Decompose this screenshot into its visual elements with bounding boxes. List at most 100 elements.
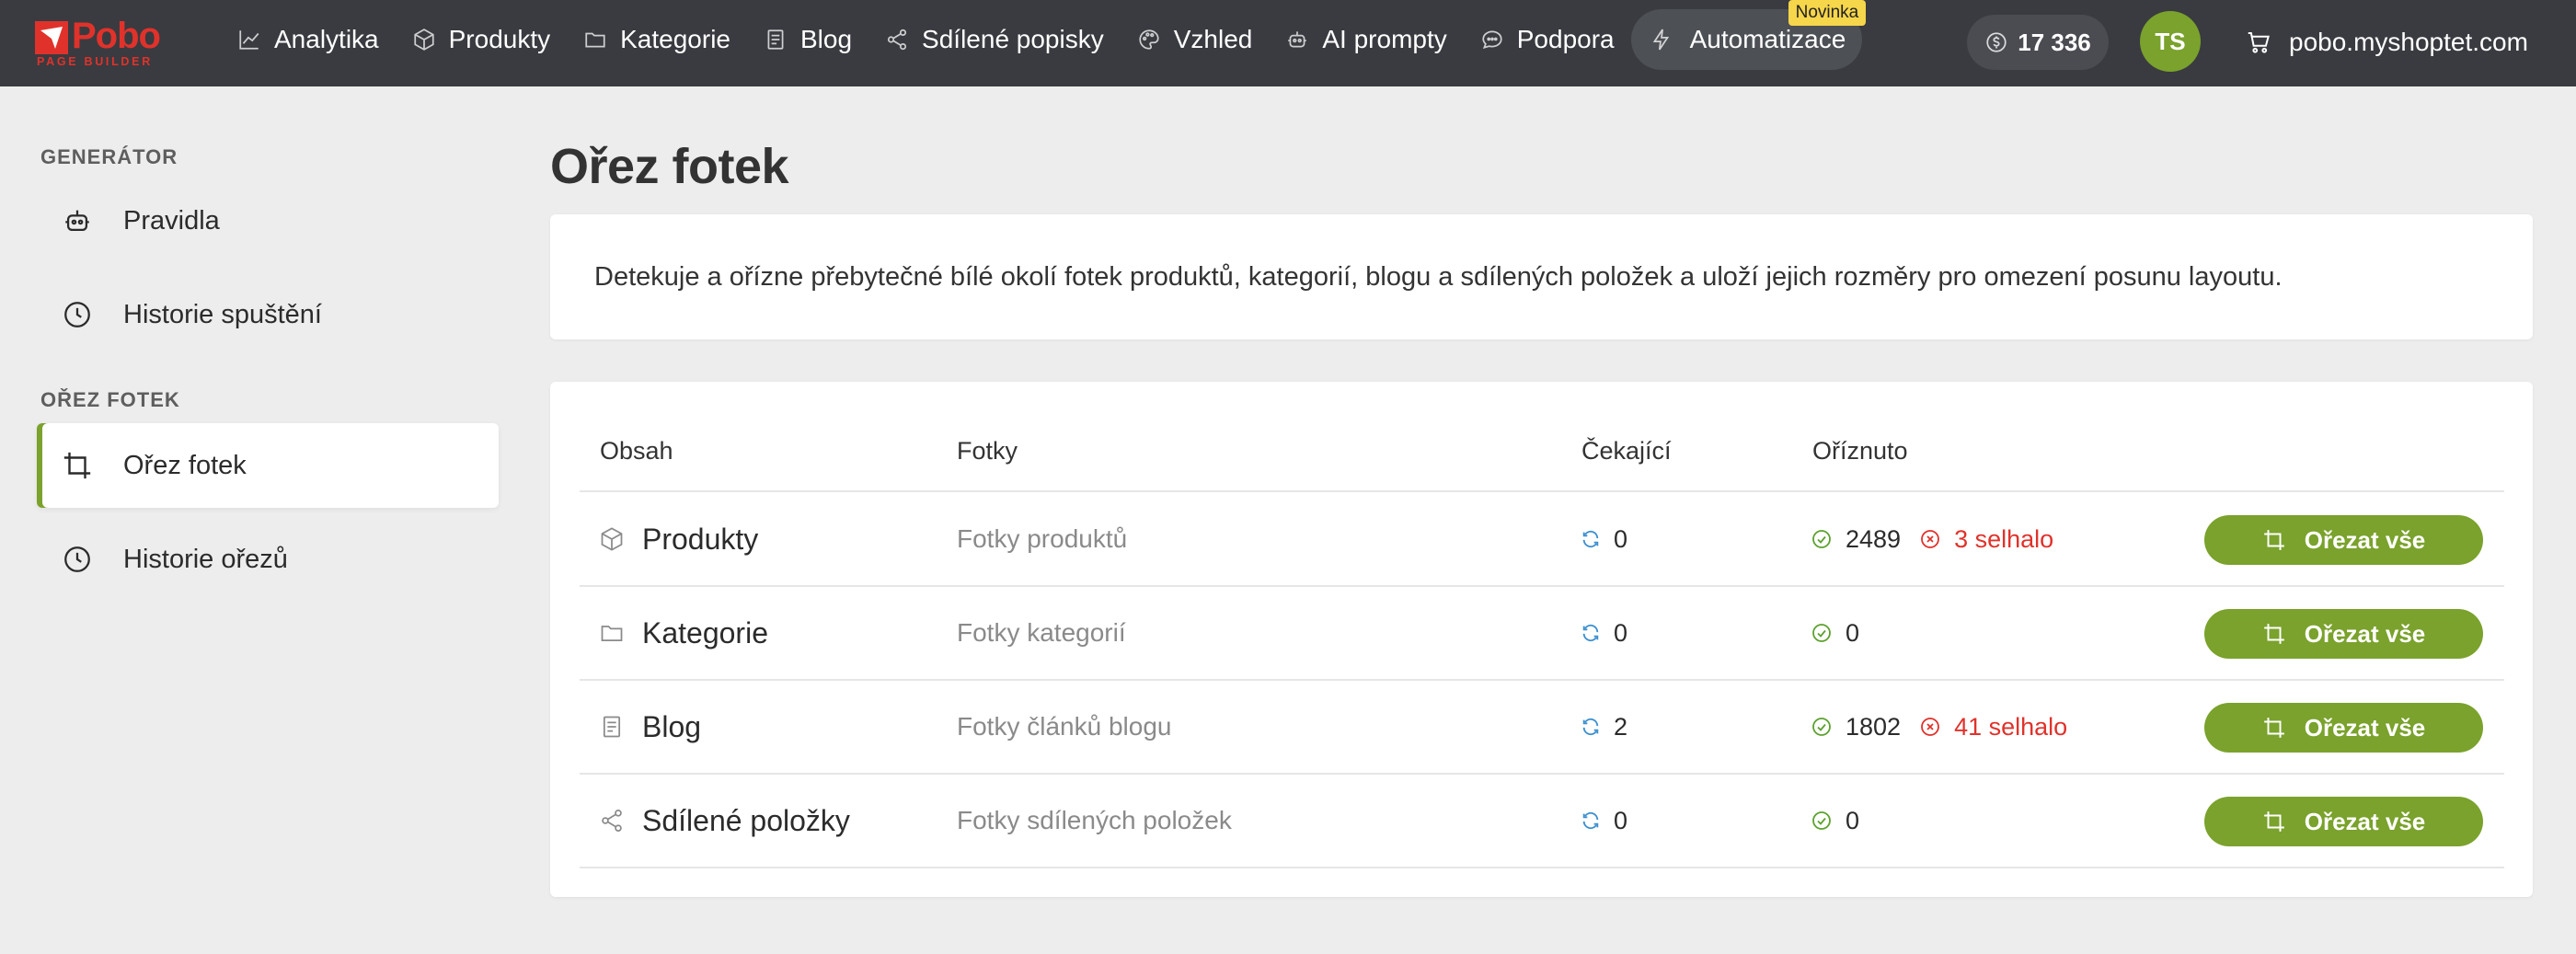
box-icon <box>414 29 434 51</box>
row-name: Blog <box>642 709 702 743</box>
crop-all-button[interactable]: Ořezat vše <box>2204 797 2483 846</box>
nav-kategorie[interactable]: Kategorie <box>567 9 747 70</box>
new-badge: Novinka <box>1788 0 1867 26</box>
robot-icon <box>65 210 89 232</box>
nav-label: Vzhled <box>1173 25 1253 53</box>
sidebar-item-historie-spusteni[interactable]: Historie spuštění <box>37 272 499 357</box>
logo-mark-icon <box>35 21 68 54</box>
row-photos: Fotky kategorií <box>957 618 1126 647</box>
share-icon <box>602 810 622 832</box>
cropped-count: 2489 <box>1846 524 1902 553</box>
main-nav: Analytika Produkty Kategorie Blog Sdílen… <box>221 0 1867 70</box>
row-photos: Fotky produktů <box>957 524 1128 553</box>
sidebar: GENERÁTOR Pravidla Historie spuštění OŘE… <box>37 86 499 602</box>
table-row: Sdílené položky Fotky sdílených položek … <box>580 775 2504 868</box>
crop-icon <box>2263 811 2284 832</box>
sidebar-section-title: OŘEZ FOTEK <box>40 388 180 411</box>
refresh-icon <box>1582 530 1599 548</box>
check-circle-icon <box>1812 530 1831 548</box>
pending-count: 0 <box>1614 524 1628 553</box>
cropped-count: 0 <box>1846 618 1860 647</box>
logo-wordmark: Pobo <box>72 16 161 56</box>
nav-automatizace[interactable]: Automatizace Novinka <box>1630 0 1867 70</box>
share-icon <box>887 29 907 51</box>
pending-count: 2 <box>1614 712 1628 741</box>
nav-analytika[interactable]: Analytika <box>221 9 396 70</box>
nav-sdilene-popisky[interactable]: Sdílené popisky <box>868 9 1121 70</box>
nav-label: Sdílené popisky <box>922 25 1104 53</box>
crop-icon <box>2263 718 2284 738</box>
row-photos: Fotky sdílených položek <box>957 806 1232 834</box>
nav-label: Kategorie <box>620 25 730 53</box>
sidebar-item-historie-orezu[interactable]: Historie ořezů <box>37 517 499 602</box>
crop-all-button[interactable]: Ořezat vše <box>2204 609 2483 659</box>
table-row: Blog Fotky článků blogu 2 1802 41 selhal… <box>580 681 2504 775</box>
nav-blog[interactable]: Blog <box>747 9 868 70</box>
crop-icon <box>63 452 91 479</box>
credits-value: 17 336 <box>2018 28 2091 56</box>
row-name: Sdílené položky <box>642 803 850 837</box>
failed-count: 41 selhalo <box>1954 712 2068 741</box>
button-label: Ořezat vše <box>2304 713 2426 741</box>
document-icon <box>603 716 621 738</box>
sidebar-item-label: Ořez fotek <box>123 450 247 480</box>
nav-label: Podpora <box>1516 25 1615 53</box>
folder-icon <box>601 626 623 642</box>
cropped-count: 1802 <box>1846 712 1902 741</box>
user-avatar[interactable]: TS <box>2140 11 2201 72</box>
failed-count: 3 selhalo <box>1954 524 2054 553</box>
refresh-icon <box>1582 624 1599 642</box>
chart-line-icon <box>239 30 259 50</box>
table-row: Kategorie Fotky kategorií 0 0 Ořezat vše <box>580 587 2504 681</box>
nav-podpora[interactable]: Podpora <box>1464 9 1631 70</box>
row-name: Produkty <box>642 522 759 556</box>
nav-label: Analytika <box>274 25 379 53</box>
sidebar-section-title: GENERÁTOR <box>40 145 178 168</box>
page-title: Ořez fotek <box>550 139 789 194</box>
sidebar-item-orez-fotek[interactable]: Ořez fotek <box>37 423 499 508</box>
table-row: Produkty Fotky produktů 0 2489 3 selhalo… <box>580 493 2504 587</box>
refresh-icon <box>1582 811 1599 830</box>
row-photos: Fotky článků blogu <box>957 712 1172 741</box>
nav-label: Automatizace <box>1689 25 1846 53</box>
logo-subtitle: PAGE BUILDER <box>37 55 153 68</box>
nav-label: Produkty <box>448 25 551 53</box>
shop-domain: pobo.myshoptet.com <box>2289 28 2528 56</box>
lightning-icon <box>1652 29 1669 51</box>
crop-table: Obsah Fotky Čekající Oříznuto Produkty F… <box>550 382 2533 897</box>
failed-status: 41 selhalo <box>1919 713 2067 741</box>
clock-icon <box>64 302 90 328</box>
error-circle-icon <box>1921 530 1939 548</box>
folder-icon <box>585 32 605 48</box>
crop-icon <box>2263 624 2284 644</box>
nav-produkty[interactable]: Produkty <box>396 9 568 70</box>
table-header: Obsah Fotky Čekající Oříznuto <box>580 420 2504 492</box>
top-navigation-bar: Pobo PAGE BUILDER Analytika Produkty Kat… <box>0 0 2576 86</box>
sidebar-item-label: Historie spuštění <box>123 299 322 329</box>
sidebar-item-label: Pravidla <box>123 205 220 236</box>
shop-link[interactable]: pobo.myshoptet.com <box>2245 13 2528 72</box>
column-header-cekajici: Čekající <box>1581 437 1672 465</box>
chat-icon <box>1482 30 1502 49</box>
button-label: Ořezat vše <box>2304 525 2426 554</box>
sidebar-item-label: Historie ořezů <box>123 544 288 574</box>
sidebar-item-pravidla[interactable]: Pravidla <box>37 178 499 263</box>
crop-icon <box>2263 530 2284 550</box>
clock-icon <box>64 546 90 572</box>
palette-icon <box>1139 29 1159 50</box>
pobo-logo[interactable]: Pobo PAGE BUILDER <box>35 16 182 68</box>
robot-icon <box>1288 31 1307 48</box>
crop-all-button[interactable]: Ořezat vše <box>2204 515 2483 565</box>
crop-all-button[interactable]: Ořezat vše <box>2204 703 2483 753</box>
description-text: Detekuje a ořízne přebytečné bílé okolí … <box>594 261 2283 292</box>
check-circle-icon <box>1812 811 1831 830</box>
column-header-obsah: Obsah <box>600 437 673 465</box>
credits-balance[interactable]: 17 336 <box>1967 15 2109 70</box>
check-circle-icon <box>1812 718 1831 736</box>
nav-label: Blog <box>800 25 853 53</box>
cart-icon <box>2248 32 2270 53</box>
nav-label: AI prompty <box>1322 25 1447 53</box>
nav-ai-prompty[interactable]: AI prompty <box>1269 9 1463 70</box>
refresh-icon <box>1582 718 1599 736</box>
nav-vzhled[interactable]: Vzhled <box>1121 9 1270 70</box>
